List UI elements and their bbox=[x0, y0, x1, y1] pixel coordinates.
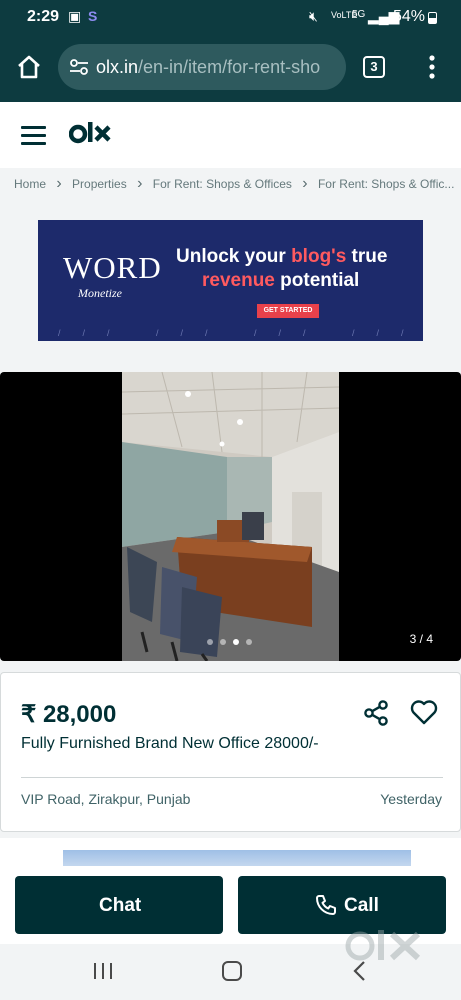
tab-switcher-button[interactable]: 3 bbox=[363, 56, 385, 78]
chevron-right-icon: › bbox=[137, 176, 143, 192]
mute-icon: 🔇︎ bbox=[309, 8, 318, 24]
chevron-right-icon: › bbox=[302, 176, 308, 192]
gallery-notification-icon: ▣ bbox=[68, 8, 82, 24]
5g-icon: 5G bbox=[352, 9, 366, 20]
home-nav-icon[interactable] bbox=[222, 961, 242, 981]
listing-details-card: ₹ 28,000 Fully Furnished Brand New Offic… bbox=[0, 672, 461, 832]
listing-price: ₹ 28,000 bbox=[21, 701, 117, 728]
ad-cta-button[interactable]: GET STARTED bbox=[257, 304, 319, 318]
phone-icon bbox=[316, 895, 336, 915]
gallery-dot[interactable] bbox=[220, 639, 226, 645]
battery-icon bbox=[428, 12, 437, 24]
ad-brand-wordmark: WORD bbox=[63, 250, 162, 285]
gallery-dot[interactable] bbox=[207, 639, 213, 645]
heart-icon[interactable] bbox=[409, 697, 439, 727]
more-options-icon[interactable] bbox=[424, 54, 440, 80]
browser-chrome: 2:29 ▣ S 🔇︎ VoLTE 5G ▂▄▆ 54% olx.in/en-i… bbox=[0, 0, 461, 102]
gallery-dot-active[interactable] bbox=[233, 639, 239, 645]
share-icon[interactable] bbox=[362, 698, 392, 728]
ad-banner[interactable]: WORD Monetize Unlock your blog's true re… bbox=[38, 220, 423, 341]
site-header bbox=[0, 102, 461, 168]
listing-location: VIP Road, Zirakpur, Punjab bbox=[21, 791, 191, 807]
chat-button-label: Chat bbox=[99, 895, 142, 916]
listing-posted-date: Yesterday bbox=[380, 791, 442, 807]
image-gallery[interactable]: 3 / 4 bbox=[0, 372, 461, 661]
olx-watermark-logo bbox=[345, 930, 421, 961]
url-bar[interactable]: olx.in/en-in/item/for-rent-sho bbox=[58, 44, 346, 90]
url-text[interactable]: olx.in/en-in/item/for-rent-sho bbox=[96, 57, 340, 78]
breadcrumb: Home › Properties › For Rent: Shops & Of… bbox=[14, 176, 454, 196]
site-settings-icon[interactable] bbox=[68, 56, 90, 78]
home-icon[interactable] bbox=[14, 52, 44, 82]
ad-brand-tagline: Monetize bbox=[78, 286, 122, 300]
status-time: 2:29 bbox=[27, 8, 60, 25]
listing-photo[interactable] bbox=[122, 372, 339, 661]
call-button-label: Call bbox=[344, 895, 379, 916]
url-path: /en-in/item/for-rent-sho bbox=[138, 57, 321, 77]
app-notification-icon: S bbox=[88, 8, 98, 24]
breadcrumb-home[interactable]: Home bbox=[14, 177, 46, 191]
chat-button[interactable]: Chat bbox=[15, 876, 223, 934]
breadcrumb-category[interactable]: For Rent: Shops & Offices bbox=[153, 177, 292, 191]
ad-decoration: /// /// /// /// /// /// /// /// bbox=[58, 328, 423, 338]
menu-icon[interactable] bbox=[21, 126, 47, 146]
gallery-dot[interactable] bbox=[246, 639, 252, 645]
breadcrumb-properties[interactable]: Properties bbox=[72, 177, 127, 191]
divider bbox=[21, 777, 443, 778]
olx-logo[interactable] bbox=[69, 118, 115, 150]
breadcrumb-current[interactable]: For Rent: Shops & Offic... bbox=[318, 177, 454, 191]
url-host: olx.in bbox=[96, 57, 139, 77]
ad-headline-2: revenue potential bbox=[202, 270, 360, 291]
ad-headline-1: Unlock your blog's true bbox=[176, 246, 388, 267]
battery-percent: 54% bbox=[392, 8, 425, 25]
chevron-right-icon: › bbox=[56, 176, 62, 192]
recent-apps-icon[interactable] bbox=[93, 962, 113, 980]
status-bar: 2:29 ▣ S 🔇︎ VoLTE 5G ▂▄▆ 54% bbox=[0, 0, 461, 34]
listing-title: Fully Furnished Brand New Office 28000/- bbox=[21, 735, 319, 752]
gallery-counter: 3 / 4 bbox=[409, 632, 433, 646]
